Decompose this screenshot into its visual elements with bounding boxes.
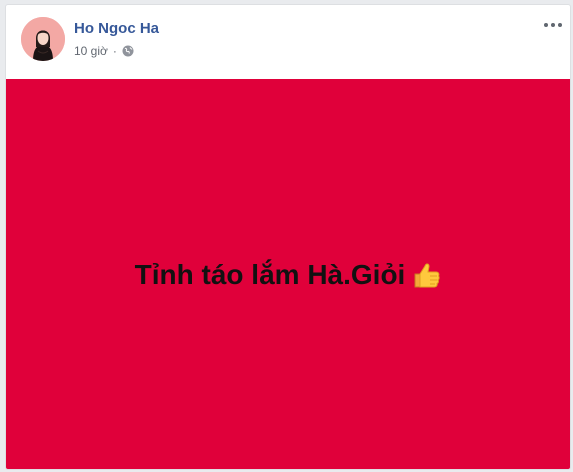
status-message: Tỉnh táo lắm Hà.Giỏi [135, 259, 442, 291]
avatar-image [21, 17, 65, 61]
post-header: Ho Ngoc Ha 10 giờ · [6, 5, 570, 79]
post-timestamp[interactable]: 10 giờ [74, 44, 108, 58]
more-options-dot [551, 23, 555, 27]
post-meta: 10 giờ · [74, 44, 134, 58]
status-text: Tỉnh táo lắm Hà.Giỏi [134, 259, 406, 290]
status-background: Tỉnh táo lắm Hà.Giỏi [6, 79, 570, 469]
globe-icon[interactable] [122, 45, 134, 57]
avatar[interactable] [21, 17, 65, 61]
more-options-icon[interactable] [542, 17, 564, 33]
more-options-dot [544, 23, 548, 27]
more-options-dot [558, 23, 562, 27]
meta-separator: · [112, 44, 117, 58]
thumbs-up-icon [411, 260, 441, 290]
author-name[interactable]: Ho Ngoc Ha [74, 20, 159, 37]
post-card: Ho Ngoc Ha 10 giờ · Tỉnh táo lắm Hà.Giỏi [5, 4, 571, 470]
